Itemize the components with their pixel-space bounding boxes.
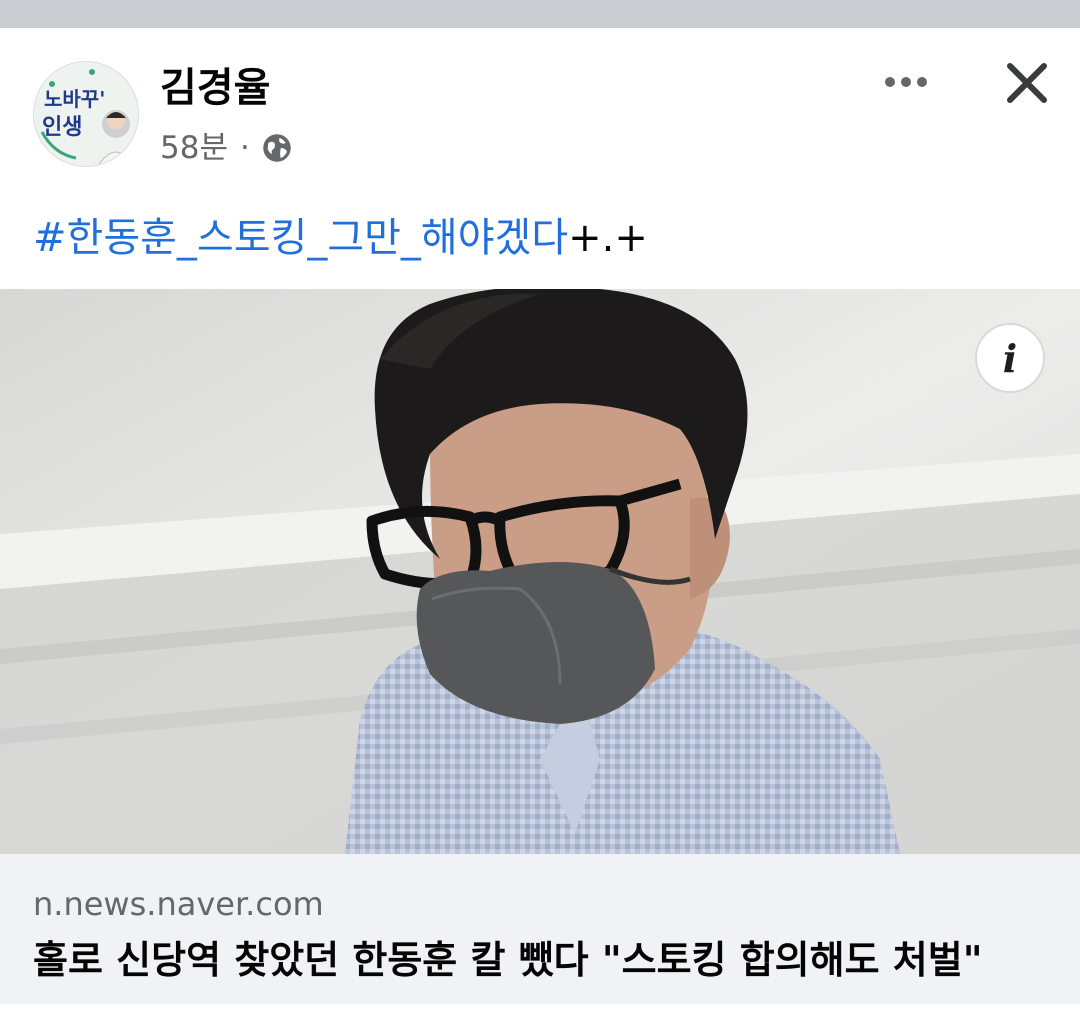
link-domain: n.news.naver.com	[33, 885, 324, 923]
post-card: 노바꾸' 인생 김경율 58분 · #한동훈_스토킹_그만_해야겠다+.+ i …	[0, 28, 1080, 1011]
hashtag-link[interactable]: #한동훈_스토킹_그만_해야겠다	[33, 215, 568, 261]
author-name[interactable]: 김경율	[160, 62, 270, 114]
more-dot	[885, 77, 895, 87]
link-preview[interactable]: n.news.naver.com 홀로 신당역 찾았던 한동훈 칼 뺐다 "스토…	[0, 854, 1080, 1004]
link-title: 홀로 신당역 찾았던 한동훈 칼 뺐다 "스토킹 합의해도 처벌"	[33, 938, 983, 982]
more-dot	[917, 77, 927, 87]
close-icon[interactable]	[1002, 58, 1052, 108]
post-image[interactable]	[0, 289, 1080, 854]
globe-icon	[263, 134, 291, 162]
more-dot	[901, 77, 911, 87]
more-options-button[interactable]	[876, 68, 936, 96]
post-time[interactable]: 58분	[160, 126, 228, 170]
info-icon[interactable]: i	[975, 323, 1045, 393]
news-photo	[0, 289, 1080, 854]
post-meta: 58분 ·	[160, 126, 292, 170]
avatar-image: 노바꾸' 인생	[34, 62, 138, 166]
meta-separator: ·	[239, 130, 250, 166]
post-text-suffix: +.+	[568, 215, 648, 261]
avatar-text-bottom: 인생	[42, 115, 82, 140]
post-text: #한동훈_스토킹_그만_해야겠다+.+	[33, 210, 648, 266]
avatar-text-top: 노바꾸'	[44, 87, 105, 111]
avatar[interactable]: 노바꾸' 인생	[33, 61, 139, 167]
